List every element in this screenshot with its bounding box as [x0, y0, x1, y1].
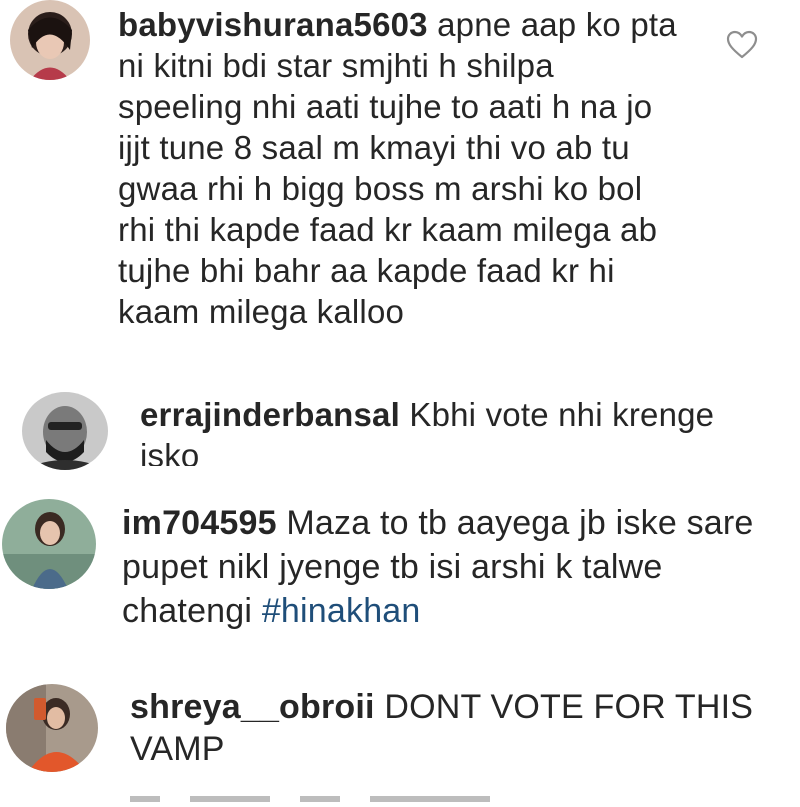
- comment-body-clip: errajinderbansal Kbhi vote nhi krenge is…: [140, 388, 740, 466]
- avatar[interactable]: [2, 499, 96, 589]
- comment-body: shreya__obroii DONT VOTE FOR THIS VAMP: [130, 686, 780, 770]
- comment-body: babyvishurana5603 apne aap ko pta ni kit…: [118, 4, 678, 332]
- comment-item: shreya__obroii DONT VOTE FOR THIS VAMP: [0, 682, 800, 782]
- comment-item: im704595 Maza to tb aayega jb iske sare …: [0, 495, 800, 645]
- comment-item: errajinderbansal Kbhi vote nhi krenge is…: [0, 388, 800, 470]
- comment-item: babyvishurana5603 apne aap ko pta ni kit…: [0, 0, 800, 380]
- avatar[interactable]: [10, 0, 90, 80]
- comment-username[interactable]: im704595: [122, 504, 277, 542]
- comment-text: apne aap ko pta ni kitni bdi star smjhti…: [118, 6, 677, 330]
- comment-username[interactable]: errajinderbansal: [140, 396, 400, 433]
- comment-username[interactable]: shreya__obroii: [130, 688, 375, 726]
- comment-username[interactable]: babyvishurana5603: [118, 6, 428, 43]
- comment-body: errajinderbansal Kbhi vote nhi krenge is…: [140, 394, 720, 466]
- avatar[interactable]: [6, 684, 98, 772]
- comment-body: im704595 Maza to tb aayega jb iske sare …: [122, 501, 772, 633]
- avatar[interactable]: [22, 392, 108, 470]
- heart-outline-icon[interactable]: [726, 30, 758, 60]
- hashtag-link[interactable]: #hinakhan: [262, 592, 421, 630]
